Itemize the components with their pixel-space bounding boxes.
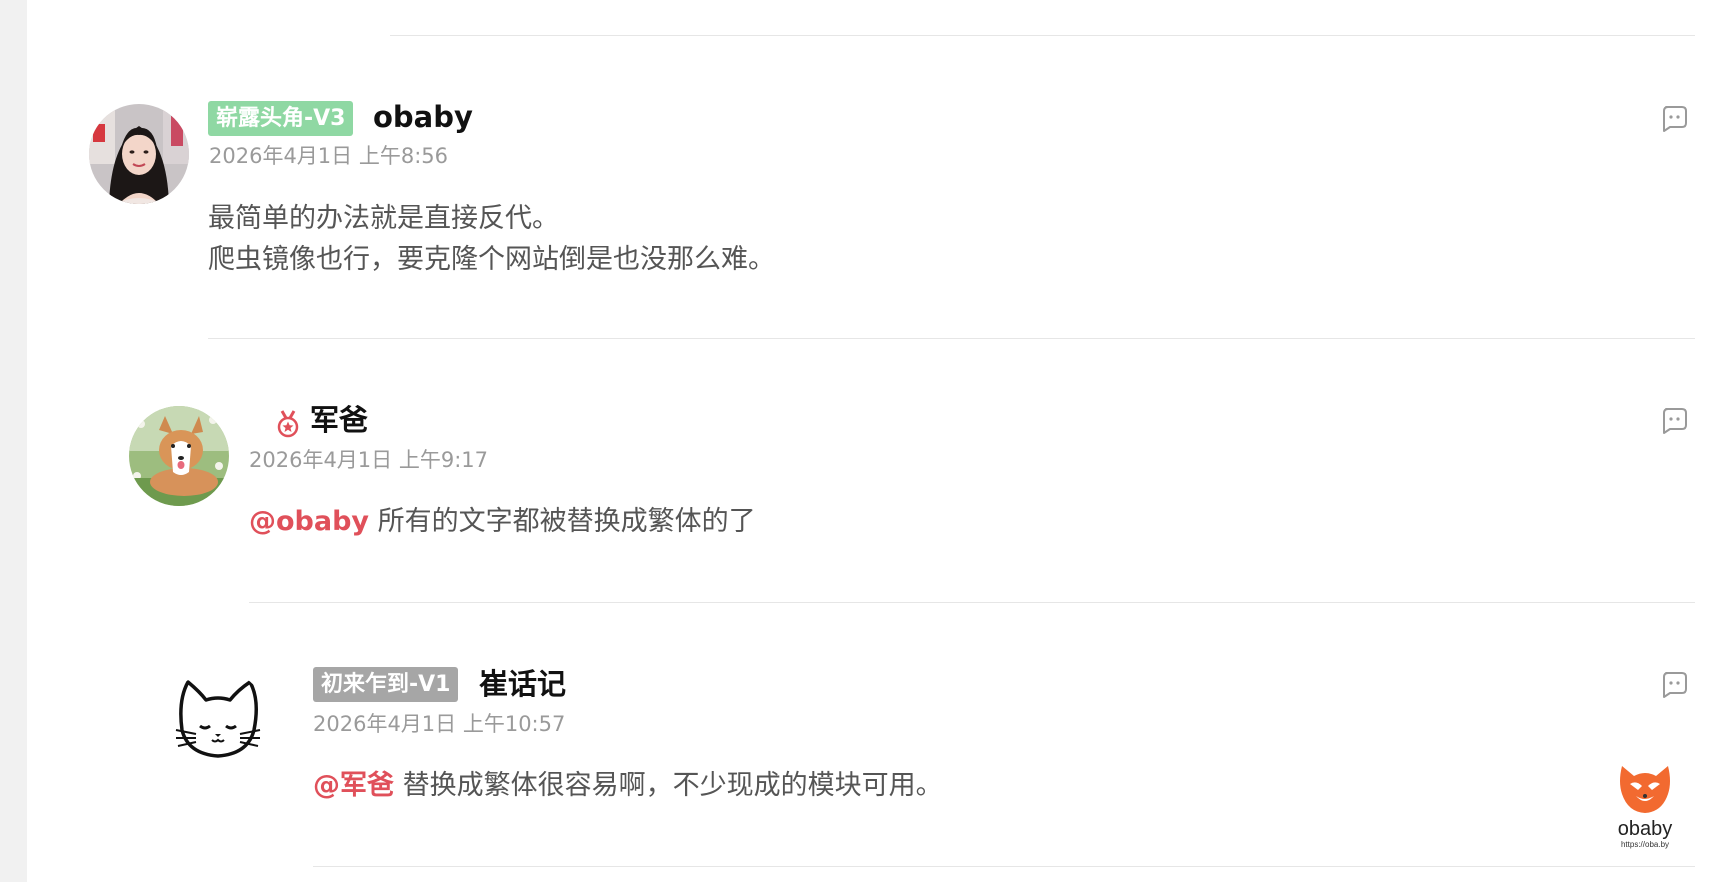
medal-icon [276,409,300,439]
divider [249,602,1695,603]
user-level-badge: 初来乍到-V1 [313,667,459,702]
comment-author[interactable]: 军爸 [310,402,368,438]
brand-url: https://oba.by [1620,840,1670,849]
reply-button[interactable] [1659,405,1689,435]
corgi-dog-avatar [129,406,229,506]
mention-link[interactable]: @obaby [249,506,369,537]
comment-date: 2026年4月1日 上午9:17 [249,448,488,472]
comment-line: 爬虫镜像也行，要克隆个网站倒是也没那么难。 [208,244,775,275]
divider [313,866,1695,867]
brand-name: obaby [1617,818,1673,840]
comment-line: 最简单的办法就是直接反代。 [208,203,559,234]
reply-button[interactable] [1659,103,1689,133]
user-level-badge: 崭露头角-V3 [208,101,354,136]
avatar[interactable] [89,104,189,204]
avatar[interactable] [129,406,229,506]
comment-date: 2026年4月1日 上午10:57 [313,712,566,736]
girl-portrait-avatar [89,104,189,204]
chat-bubble-icon [1663,672,1687,698]
obaby-brand-widget[interactable]: obaby https://oba.by [1610,758,1680,858]
comment-text: 最简单的办法就是直接反代。 爬虫镜像也行，要克隆个网站倒是也没那么难。 [208,198,775,280]
comment-date: 2026年4月1日 上午8:56 [209,144,448,168]
comment-text: @obaby 所有的文字都被替换成繁体的了 [249,501,756,542]
comment-body: 所有的文字都被替换成繁体的了 [369,506,756,537]
divider [390,35,1695,36]
avatar[interactable] [168,670,268,770]
comment-text: @军爸 替换成繁体很容易啊，不少现成的模块可用。 [313,765,943,806]
fox-logo-icon [1620,766,1670,813]
comment-body: 替换成繁体很容易啊，不少现成的模块可用。 [394,770,943,801]
cat-drawing-avatar [175,680,261,758]
comment-author[interactable]: obaby [373,99,473,135]
chat-bubble-icon [1663,408,1687,434]
mention-link[interactable]: @军爸 [313,770,394,801]
left-page-strip [0,0,27,882]
divider [208,338,1695,339]
reply-button[interactable] [1659,669,1689,699]
medal-icon-svg [277,410,299,438]
comments-section: 崭露头角-V3 obaby 2026年4月1日 上午8:56 最简单的办法就是直… [27,0,1718,882]
chat-bubble-icon [1663,106,1687,132]
comment-author[interactable]: 崔话记 [479,666,566,702]
